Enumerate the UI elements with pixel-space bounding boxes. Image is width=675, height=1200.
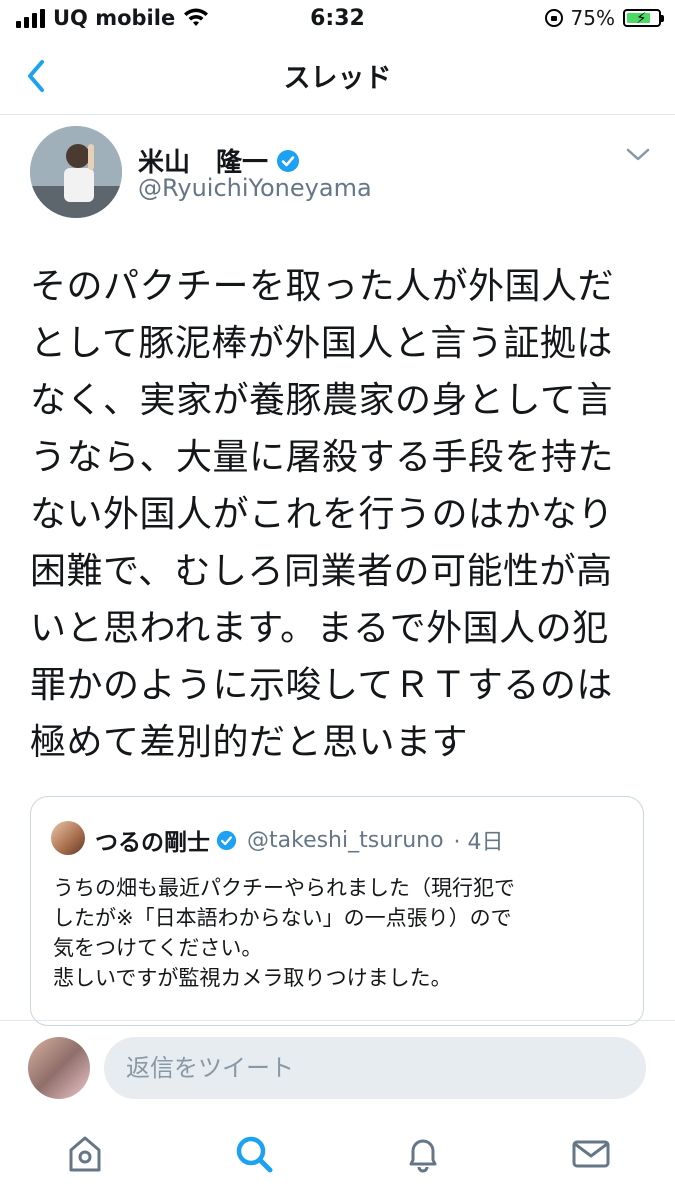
quoted-author-handle: @takeshi_tsuruno	[247, 827, 444, 853]
navigation-bar: スレッド	[0, 38, 675, 115]
chevron-down-icon[interactable]	[624, 144, 652, 164]
search-icon[interactable]	[232, 1132, 276, 1176]
battery-percent: 75%	[570, 6, 615, 30]
status-bar: UQ mobile 6:32 75% ⚡	[0, 0, 675, 38]
home-icon[interactable]	[63, 1132, 107, 1176]
tab-bar	[0, 1110, 675, 1200]
tweet-text: そのパクチーを取った人が外国人だ として豚泥棒が外国人と言う証拠は なく、実家が…	[30, 266, 615, 763]
author-handle[interactable]: @RyuichiYoneyama	[138, 174, 372, 202]
notifications-icon[interactable]	[401, 1132, 445, 1176]
author-avatar[interactable]	[30, 126, 122, 218]
battery-icon: ⚡	[623, 9, 664, 27]
verified-badge-icon	[277, 149, 300, 172]
quoted-tweet[interactable]: つるの剛士 @takeshi_tsuruno · 4日 うちの畑も最近パクチーや…	[30, 796, 644, 1026]
quoted-author-avatar	[51, 821, 85, 855]
quoted-timestamp: · 4日	[453, 830, 504, 855]
reply-input[interactable]: 返信をツイート	[104, 1037, 646, 1099]
orientation-lock-icon	[544, 9, 563, 27]
current-user-avatar[interactable]	[28, 1037, 90, 1099]
messages-icon[interactable]	[569, 1132, 613, 1176]
quoted-tweet-text: うちの畑も最近パクチーやられました（現行犯で したが※「日本語わからない」の一点…	[53, 876, 515, 990]
quoted-author-name: つるの剛士	[95, 830, 210, 856]
verified-badge-icon	[216, 830, 237, 850]
page-title: スレッド	[283, 63, 392, 94]
reply-bar: 返信をツイート	[0, 1020, 675, 1111]
